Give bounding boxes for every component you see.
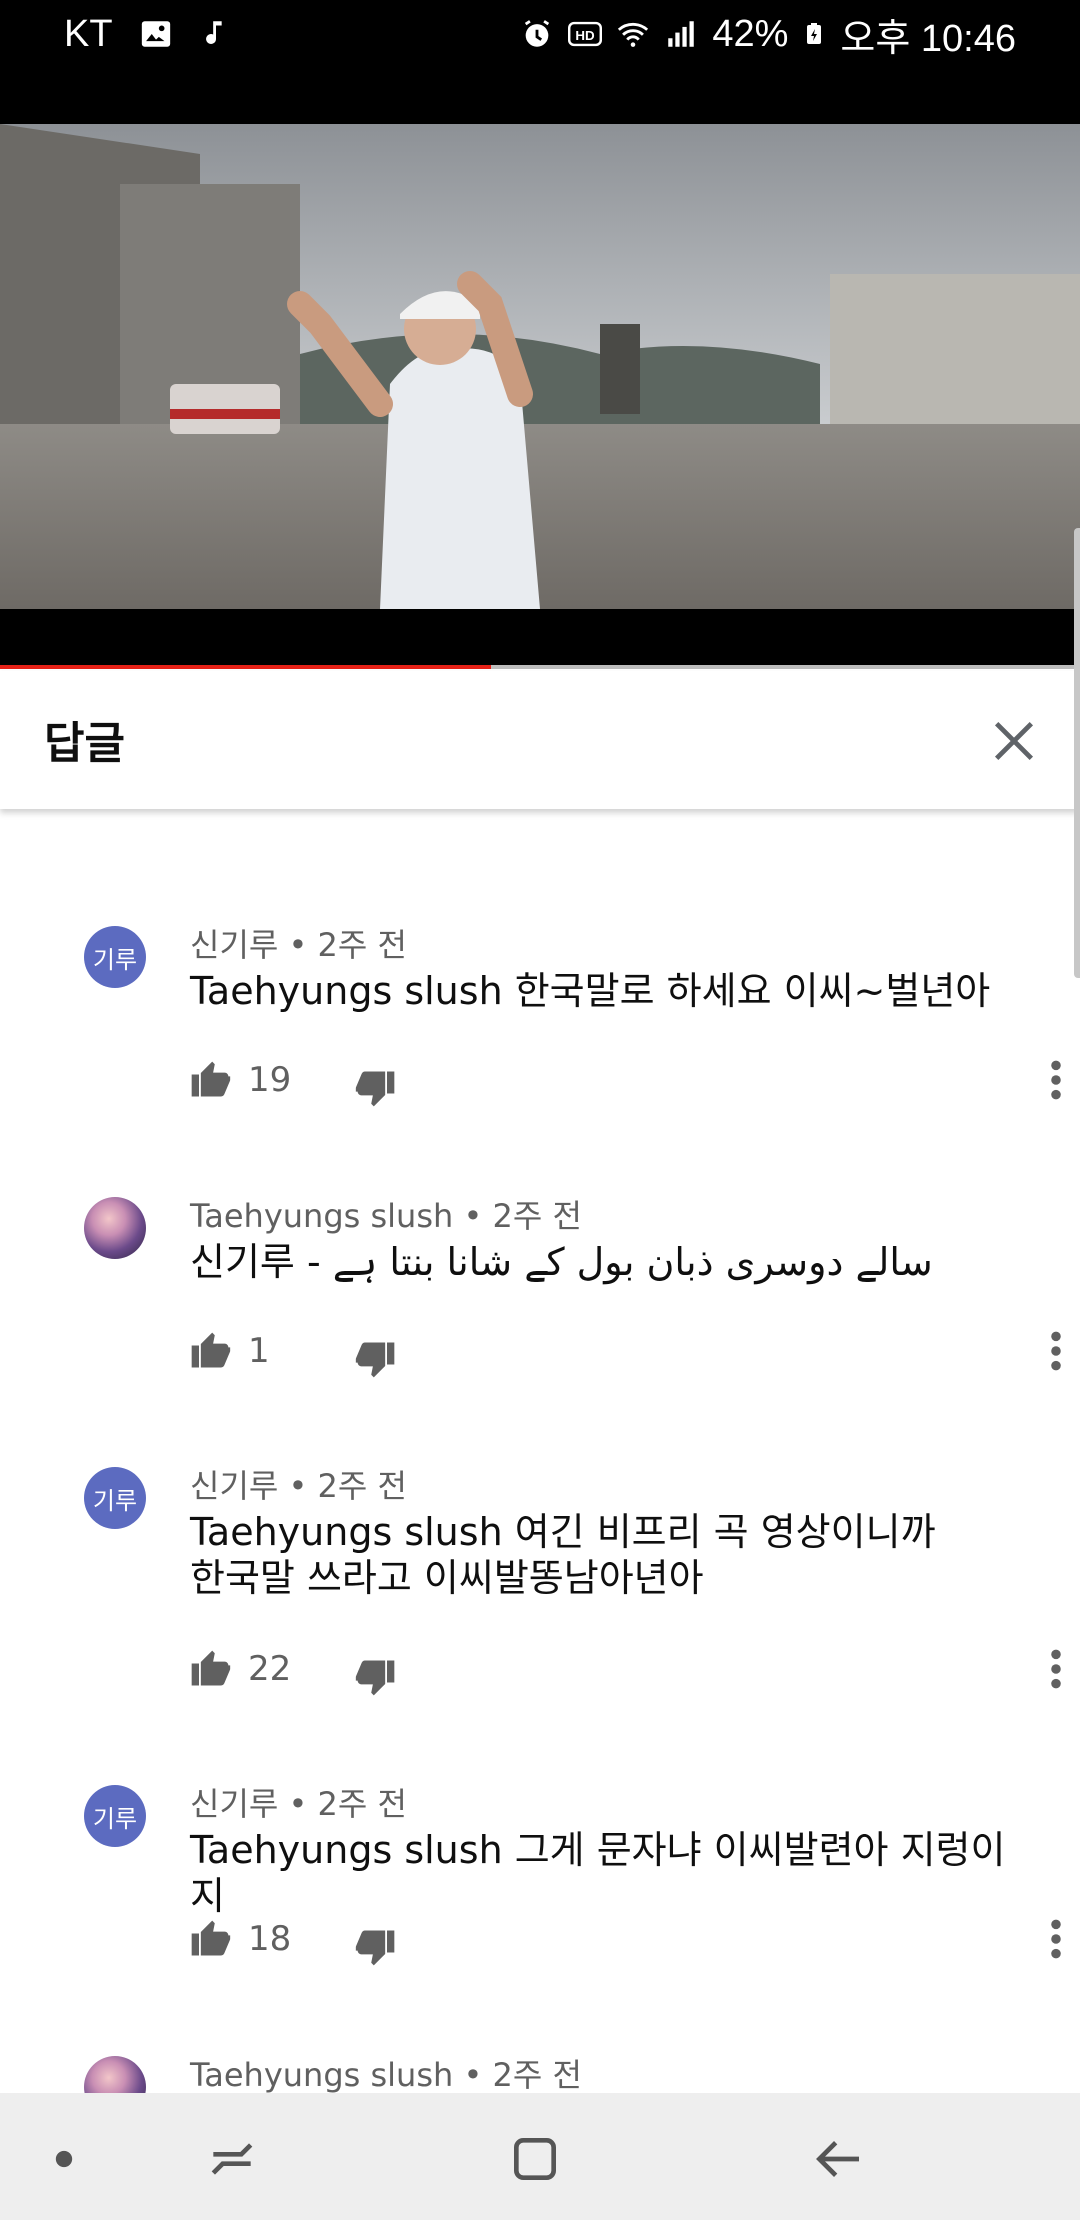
more-options-icon[interactable] xyxy=(1044,1329,1068,1373)
dislike-icon[interactable] xyxy=(354,1066,398,1110)
svg-text:HD: HD xyxy=(576,28,596,43)
dislike-icon[interactable] xyxy=(354,1925,398,1969)
comment-text: Taehyungs slush 그게 문자냐 이씨발련아 지렁이지 xyxy=(190,1828,1006,1918)
like-count: 18 xyxy=(248,1919,292,1959)
comment-time: 2주 전 xyxy=(317,1785,407,1823)
battery-percent: 42% xyxy=(712,12,789,55)
video-progress-bar[interactable] xyxy=(0,665,1080,669)
comment-author[interactable]: Taehyungs slush xyxy=(190,1197,453,1235)
comment-text: 신기루 - سالے دوسری ذبان بول کے شانا بنتا ہ… xyxy=(190,1240,933,1284)
comment-actions: 22 xyxy=(188,1647,1068,1697)
comment-time: 2주 전 xyxy=(492,1197,582,1235)
meta-separator: • xyxy=(453,2056,493,2093)
video-frame[interactable] xyxy=(0,124,1080,609)
comment-time: 2주 전 xyxy=(492,2056,582,2093)
home-icon[interactable] xyxy=(507,2131,563,2187)
more-options-icon[interactable] xyxy=(1044,1917,1068,1961)
comment-text: Taehyungs slush 여긴 비프리 곡 영상이니까 한국말 쓰라고 이… xyxy=(190,1510,936,1600)
comment-author[interactable]: 신기루 xyxy=(190,1785,278,1823)
comment-meta: 신기루 • 2주 전 xyxy=(190,1779,407,1825)
dislike-icon[interactable] xyxy=(354,1655,398,1699)
signal-icon xyxy=(668,21,695,47)
close-icon[interactable] xyxy=(988,715,1040,767)
avatar[interactable] xyxy=(84,2056,146,2093)
back-icon[interactable] xyxy=(810,2131,866,2187)
dislike-icon[interactable] xyxy=(354,1337,398,1381)
avatar[interactable]: 기루 xyxy=(84,1467,146,1529)
meta-separator: • xyxy=(278,926,318,964)
video-progress-fill xyxy=(0,665,492,669)
video-player[interactable] xyxy=(0,124,1080,669)
dot-icon[interactable] xyxy=(36,2131,92,2187)
comment-author[interactable]: Taehyungs slush xyxy=(190,2056,453,2093)
meta-separator: • xyxy=(278,1467,318,1505)
carrier-label: KT xyxy=(64,12,113,55)
music-icon xyxy=(205,21,222,44)
like-count: 19 xyxy=(248,1060,292,1100)
comment-actions: 1 xyxy=(188,1329,1068,1379)
image-icon xyxy=(141,21,170,47)
comment-actions: 19 xyxy=(188,1058,1068,1108)
like-icon[interactable] xyxy=(188,1647,232,1691)
more-options-icon[interactable] xyxy=(1044,1647,1068,1691)
like-icon[interactable] xyxy=(188,1329,232,1373)
comment-meta: 신기루 • 2주 전 xyxy=(190,1461,407,1507)
wifi-icon xyxy=(618,22,649,47)
like-count: 22 xyxy=(248,1649,292,1689)
comment-author[interactable]: 신기루 xyxy=(190,926,278,964)
comment-list: 기루 신기루 • 2주 전 Taehyungs slush 한국말로 하세요 이… xyxy=(0,780,1080,2093)
replies-header: 답글 xyxy=(0,671,1080,809)
avatar[interactable]: 기루 xyxy=(84,1785,146,1847)
battery-icon xyxy=(807,23,822,44)
clock: 오후 10:46 xyxy=(840,17,1016,60)
comment-author[interactable]: 신기루 xyxy=(190,1467,278,1505)
comment-time: 2주 전 xyxy=(317,926,407,964)
like-count: 1 xyxy=(248,1331,270,1371)
replies-title: 답글 xyxy=(44,718,125,769)
navigation-bar xyxy=(0,2093,1080,2220)
alarm-icon xyxy=(525,20,550,47)
avatar[interactable]: 기루 xyxy=(84,926,146,988)
comment-meta: Taehyungs slush • 2주 전 xyxy=(190,1191,582,1237)
like-icon[interactable] xyxy=(188,1917,232,1961)
meta-separator: • xyxy=(278,1785,318,1823)
comment-meta: 신기루 • 2주 전 xyxy=(190,920,407,966)
comment-meta: Taehyungs slush • 2주 전 xyxy=(190,2050,582,2093)
comment-text: Taehyungs slush 한국말로 하세요 이씨~벌년아 xyxy=(190,969,991,1013)
avatar[interactable] xyxy=(84,1197,146,1259)
status-bar: KT HD 42% 오후 10:46 xyxy=(0,0,1080,124)
meta-separator: • xyxy=(453,1197,493,1235)
more-options-icon[interactable] xyxy=(1044,1058,1068,1102)
hd-icon: HD xyxy=(568,21,603,47)
scrollbar[interactable] xyxy=(1074,528,1080,978)
comment-actions: 18 xyxy=(188,1917,1068,1967)
comment-time: 2주 전 xyxy=(317,1467,407,1505)
like-icon[interactable] xyxy=(188,1058,232,1102)
recent-apps-icon[interactable] xyxy=(204,2131,260,2187)
